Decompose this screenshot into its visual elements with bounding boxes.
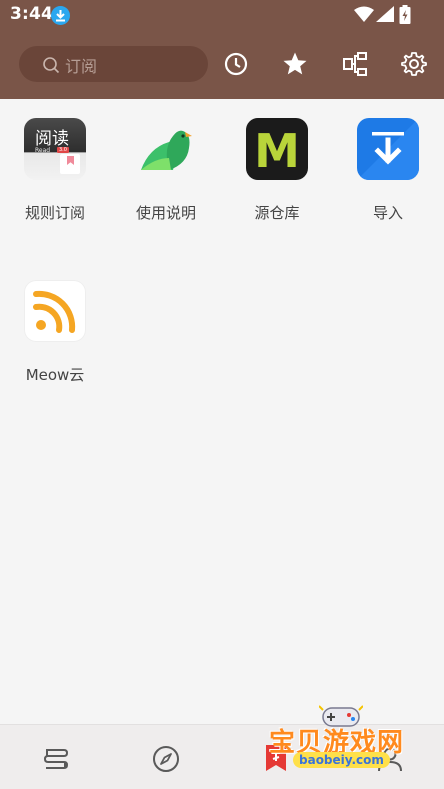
- history-icon[interactable]: [222, 50, 250, 78]
- wifi-icon: [354, 6, 374, 26]
- import-icon: [357, 118, 419, 180]
- source-label: Meow云: [25, 366, 85, 384]
- explore-icon[interactable]: [152, 745, 180, 773]
- star-icon[interactable]: [281, 50, 309, 78]
- search-input[interactable]: 订阅: [19, 46, 208, 82]
- bookshelf-icon[interactable]: [42, 745, 70, 773]
- source-item-meow[interactable]: Meow云: [5, 280, 105, 385]
- settings-icon[interactable]: [400, 50, 428, 78]
- rss-icon: [24, 280, 86, 342]
- source-label: 规则订阅: [24, 204, 85, 222]
- source-label: 导入: [372, 204, 403, 222]
- source-item-help[interactable]: 使用说明: [116, 118, 216, 223]
- source-label: 使用说明: [135, 204, 196, 222]
- battery-icon: [399, 5, 411, 28]
- source-item-market[interactable]: M 源仓库: [227, 118, 327, 223]
- watermark: 宝贝游戏网 baobeiy.com: [263, 704, 443, 784]
- source-item-import[interactable]: 导入: [338, 118, 438, 223]
- source-label: 源仓库: [254, 204, 300, 222]
- watermark-url: baobeiy.com: [293, 752, 390, 768]
- group-icon[interactable]: [341, 50, 369, 78]
- status-bar: 3:44: [0, 0, 444, 32]
- bird-icon: [135, 118, 197, 180]
- search-icon: [42, 56, 60, 78]
- download-icon: [51, 6, 70, 25]
- search-placeholder: 订阅: [65, 57, 98, 76]
- source-item-rules[interactable]: 阅读 Read 3.0 规则订阅: [5, 118, 105, 223]
- header: 3:44 订阅: [0, 0, 444, 99]
- rule-subscription-icon: 阅读 Read 3.0: [24, 118, 86, 180]
- signal-icon: [376, 6, 394, 26]
- status-time: 3:44: [10, 4, 54, 24]
- market-icon: M: [246, 118, 308, 180]
